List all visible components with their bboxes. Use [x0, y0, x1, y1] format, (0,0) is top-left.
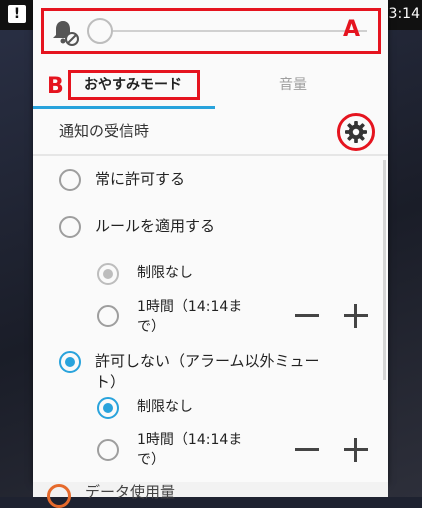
option-apply-rules-label[interactable]: ルールを適用する [95, 216, 215, 237]
block-one-hour-label-line2[interactable]: で） [137, 450, 165, 470]
annotation-label-a: A [343, 17, 361, 42]
data-usage-label: データ使用量 [85, 483, 176, 501]
status-clock: 3:14 [388, 6, 420, 22]
option-always-allow-label[interactable]: 常に許可する [95, 169, 185, 190]
block-decrease-button[interactable] [293, 436, 321, 464]
plus-icon-vertical [354, 304, 357, 328]
radio-block-all[interactable] [59, 351, 81, 373]
scrollbar[interactable] [383, 160, 386, 380]
alert-icon: ! [8, 5, 26, 23]
tab-indicator [33, 106, 215, 109]
radio-block-one-hour[interactable] [97, 439, 119, 461]
gear-icon [345, 121, 367, 143]
block-increase-button[interactable] [342, 436, 370, 464]
settings-button[interactable] [337, 113, 375, 151]
minus-icon [295, 448, 319, 451]
plus-icon-vertical [354, 438, 357, 462]
option-block-label-line2[interactable]: ト） [95, 372, 125, 393]
rules-decrease-button[interactable] [293, 302, 321, 330]
radio-always-allow[interactable] [59, 169, 81, 191]
tab-do-not-disturb[interactable]: おやすみモード [73, 74, 193, 96]
rules-one-hour-label-line1[interactable]: 1時間（14:14ま [137, 297, 242, 317]
tab-volume[interactable]: 音量 [233, 74, 353, 96]
data-usage-tile[interactable]: データ使用量 [33, 482, 388, 508]
block-unlimited-label[interactable]: 制限なし [137, 397, 193, 417]
divider [33, 154, 388, 156]
volume-dnd-panel: A B おやすみモード 音量 通知の受信時 常に許可する ルールを適用する 制限… [33, 0, 388, 482]
section-label: 通知の受信時 [59, 122, 150, 140]
data-usage-icon [47, 484, 71, 508]
rules-increase-button[interactable] [342, 302, 370, 330]
radio-rules-one-hour[interactable] [97, 305, 119, 327]
radio-rules-unlimited[interactable] [97, 263, 119, 285]
annotation-box-a [41, 8, 381, 54]
rules-unlimited-label[interactable]: 制限なし [137, 263, 193, 283]
radio-apply-rules[interactable] [59, 216, 81, 238]
rules-one-hour-label-line2[interactable]: で） [137, 317, 165, 337]
minus-icon [295, 314, 319, 317]
option-block-label-line1[interactable]: 許可しない（アラーム以外ミュー [95, 351, 320, 372]
annotation-label-b: B [47, 74, 64, 99]
block-one-hour-label-line1[interactable]: 1時間（14:14ま [137, 430, 242, 450]
radio-block-unlimited[interactable] [97, 397, 119, 419]
